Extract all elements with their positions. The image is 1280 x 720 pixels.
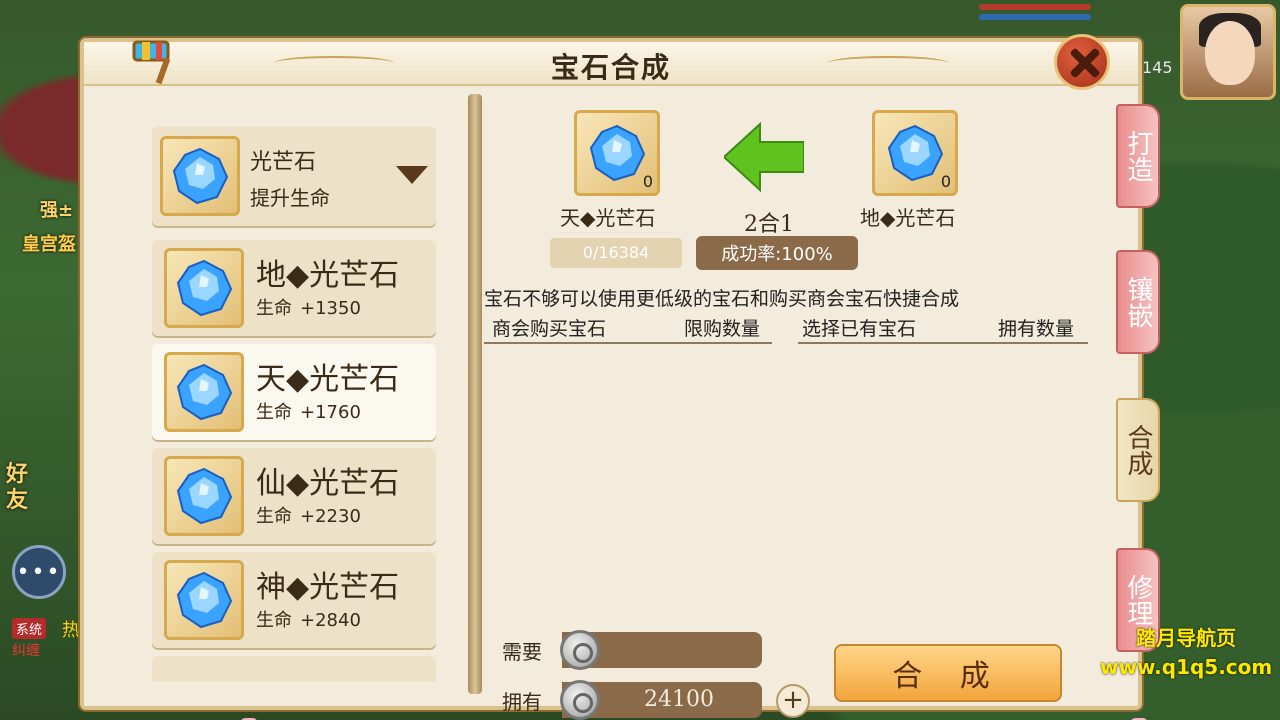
blue-gem-icon	[176, 467, 233, 525]
col-header-owned: 拥有数量	[998, 318, 1075, 340]
add-silver-button[interactable]: +	[776, 684, 810, 718]
title-bar: 宝石合成	[84, 42, 1138, 86]
tab-inlay[interactable]: 镶嵌	[1116, 250, 1160, 354]
gem-name: 地◆光芒石	[256, 258, 400, 293]
gem-name: 仙◆光芒石	[256, 466, 400, 501]
gem-name: 天◆光芒石	[256, 362, 400, 397]
blue-gem-icon	[589, 124, 646, 182]
gem-name: 神◆光芒石	[256, 570, 400, 605]
site-watermark: 踏月导航页 www.q1q5.com	[1100, 622, 1272, 679]
tab-forge-label: 打造	[1123, 130, 1153, 182]
owned-silver-value: 24100	[644, 687, 714, 712]
gem-stat-value: +2840	[300, 610, 361, 631]
target-gem-count: 0	[642, 172, 653, 191]
gem-slot	[160, 136, 240, 216]
tab-synthesis-label: 合成	[1123, 424, 1153, 476]
need-label: 需要	[502, 640, 542, 664]
silver-coin-icon	[560, 630, 600, 670]
gem-stat-value: +2230	[300, 506, 361, 527]
synthesize-button[interactable]: 合 成	[834, 644, 1062, 702]
gem-stat: 生命 +2840	[256, 606, 361, 632]
close-button[interactable]	[1054, 34, 1110, 90]
gem-list-item[interactable]: 仙◆光芒石 生命 +2230	[152, 448, 436, 544]
gem-stat-value: +1350	[300, 298, 361, 319]
gem-stat: 生命 +1350	[256, 294, 361, 320]
target-gem-name: 天◆光芒石	[560, 206, 656, 230]
synthesis-area: 0 天◆光芒石 2合1 0 地◆光芒石 0/16384 成功率:100% 宝石不…	[484, 102, 1104, 720]
tab-repair-label: 修理	[1123, 574, 1153, 626]
guild-name-label: 皇宫盔	[22, 234, 76, 255]
gem-slot	[164, 352, 244, 432]
window-title: 宝石合成	[550, 51, 671, 84]
player-status-bars	[975, 0, 1095, 36]
gem-stat-value: +1760	[300, 402, 361, 423]
blue-gem-icon	[172, 147, 229, 205]
chat-bubble-icon: •••	[16, 559, 62, 585]
col-header-select: 选择已有宝石	[802, 318, 917, 340]
header-underline-left	[484, 342, 772, 344]
gem-type-selector[interactable]: 光芒石 提升生命	[152, 126, 436, 226]
friend-button[interactable]: 好友	[6, 462, 34, 514]
tab-inlay-label: 镶嵌	[1123, 276, 1153, 328]
col-header-limit: 限购数量	[684, 318, 761, 340]
own-label: 拥有	[502, 690, 542, 714]
chat-hot-text: 热	[62, 620, 80, 641]
gem-stat: 生命 +2230	[256, 502, 361, 528]
tab-synthesis[interactable]: 合成	[1116, 398, 1160, 502]
col-header-buy: 商会购买宝石	[492, 318, 607, 340]
gem-list-panel: 光芒石 提升生命 地◆光芒石 生命 +1350 天◆光芒石 生命 +1760 仙…	[148, 122, 438, 682]
watermark-line2: www.q1q5.com	[1100, 655, 1273, 679]
progress-text: 0/16384	[582, 243, 650, 262]
source-gem-count: 0	[940, 172, 951, 191]
gem-list-item-partial[interactable]	[152, 656, 436, 682]
synthesis-hint: 宝石不够可以使用更低级的宝石和购买商会宝石快捷合成	[484, 288, 960, 310]
source-gem-name: 地◆光芒石	[860, 206, 956, 230]
arrow-left-icon	[724, 122, 804, 192]
success-rate-badge: 成功率:100%	[696, 236, 858, 270]
gem-source-table-header: 商会购买宝石 限购数量 选择已有宝石 拥有数量	[484, 314, 1094, 344]
blue-gem-icon	[887, 124, 944, 182]
gem-stat-label: 生命	[256, 298, 292, 319]
source-gem-slot[interactable]: 0	[872, 110, 958, 196]
silver-coin-icon	[560, 680, 600, 720]
dropdown-arrow-icon[interactable]	[396, 166, 428, 184]
gem-stat-label: 生命	[256, 506, 292, 527]
player-avatar[interactable]	[1180, 4, 1276, 100]
target-gem-slot[interactable]: 0	[574, 110, 660, 196]
blue-gem-icon	[176, 571, 233, 629]
hammer-icon	[132, 40, 171, 85]
gem-synthesis-window: 宝石合成 光芒石 提升生命 地◆光芒石 生命 +1350 天◆光芒石 生命 +1…	[80, 34, 1174, 720]
blue-gem-icon	[176, 363, 233, 421]
header-underline-right	[798, 342, 1088, 344]
gem-stat-label: 生命	[256, 402, 292, 423]
watermark-line1: 踏月导航页	[1136, 626, 1237, 650]
selector-gem-subtitle: 提升生命	[250, 186, 330, 210]
blue-gem-icon	[176, 259, 233, 317]
selector-gem-name: 光芒石	[250, 150, 317, 175]
gem-stat-label: 生命	[256, 610, 292, 631]
chat-button[interactable]: •••	[12, 545, 66, 599]
panel-divider-scrollbar[interactable]	[468, 94, 482, 694]
gem-stat: 生命 +1760	[256, 398, 361, 424]
gem-slot	[164, 456, 244, 536]
player-level: 145	[1142, 58, 1173, 77]
system-channel-tag: 系统	[12, 618, 47, 639]
gem-slot	[164, 248, 244, 328]
gem-slot	[164, 560, 244, 640]
chat-line-text: 纠缠	[12, 643, 40, 659]
gem-list-item-selected[interactable]: 天◆光芒石 生命 +1760	[152, 344, 436, 440]
gem-list-item[interactable]: 神◆光芒石 生命 +2840	[152, 552, 436, 648]
tab-forge[interactable]: 打造	[1116, 104, 1160, 208]
gem-list-item[interactable]: 地◆光芒石 生命 +1350	[152, 240, 436, 336]
synthesis-progress-bar: 0/16384	[550, 238, 682, 268]
synthesis-ratio: 2合1	[744, 212, 794, 237]
